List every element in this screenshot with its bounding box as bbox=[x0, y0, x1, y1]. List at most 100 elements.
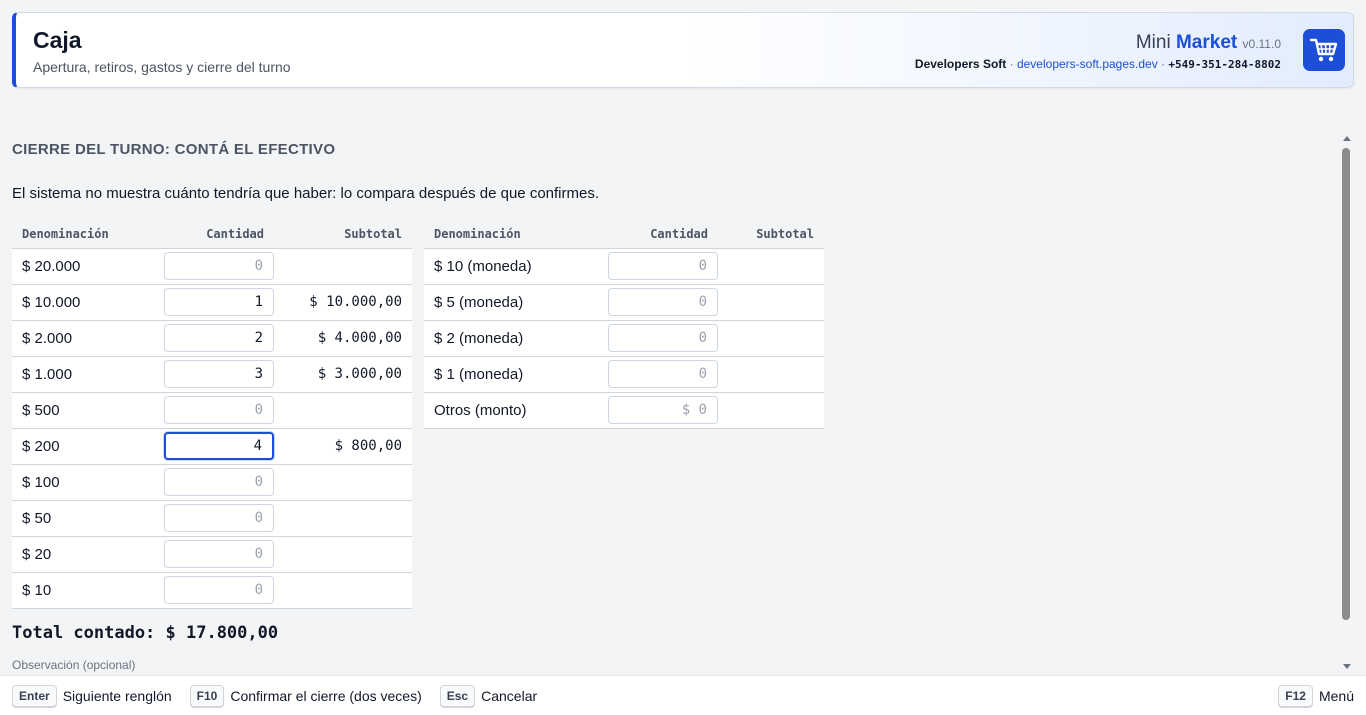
denomination-label: $ 10 bbox=[12, 572, 162, 609]
subtotal-value: $ 3.000,00 bbox=[274, 356, 412, 393]
key-f10: F10 bbox=[189, 684, 225, 707]
company-url[interactable]: developers-soft.pages.dev bbox=[1017, 57, 1158, 71]
bills-table-body: $ 20.000$ 10.000 $ 10.000,00 $ 2.000 $ 4.00… bbox=[12, 248, 412, 609]
subtotal-value bbox=[718, 284, 824, 321]
denomination-label: $ 500 bbox=[12, 392, 162, 429]
quantity-input[interactable] bbox=[164, 324, 274, 352]
column-header-quantity: Cantidad bbox=[606, 220, 718, 249]
quantity-input[interactable] bbox=[164, 504, 274, 532]
denomination-label: $ 2 (moneda) bbox=[424, 320, 606, 357]
subtotal-value bbox=[274, 248, 412, 285]
scroll-up-arrow-icon[interactable] bbox=[1343, 136, 1351, 141]
quantity-cell bbox=[606, 392, 718, 429]
quantity-cell bbox=[162, 536, 274, 573]
quantity-input[interactable] bbox=[164, 468, 274, 496]
quantity-cell bbox=[162, 428, 274, 465]
denomination-label: $ 2.000 bbox=[12, 320, 162, 357]
denomination-label: $ 20.000 bbox=[12, 248, 162, 285]
table-row: $ 2 (moneda) bbox=[424, 320, 824, 357]
app-version: v0.11.0 bbox=[1242, 37, 1281, 51]
content-scrollbar[interactable] bbox=[1340, 132, 1354, 675]
quantity-input[interactable] bbox=[164, 360, 274, 388]
quantity-input[interactable] bbox=[608, 396, 718, 424]
subtotal-value bbox=[274, 500, 412, 537]
quantity-cell bbox=[162, 572, 274, 609]
bills-table: Denominación Cantidad Subtotal $ 20.000$… bbox=[12, 220, 412, 609]
column-header-subtotal: Subtotal bbox=[274, 220, 412, 249]
quantity-cell bbox=[606, 248, 718, 285]
quantity-cell bbox=[162, 284, 274, 321]
subtotal-value bbox=[274, 392, 412, 429]
subtotal-value bbox=[274, 464, 412, 501]
hint-menu[interactable]: F12 Menú bbox=[1278, 684, 1354, 707]
page-subtitle: Apertura, retiros, gastos y cierre del t… bbox=[33, 59, 291, 75]
quantity-input[interactable] bbox=[608, 324, 718, 352]
table-row: $ 10.000 $ 10.000,00 bbox=[12, 284, 412, 321]
quantity-input[interactable] bbox=[164, 432, 274, 460]
column-header-subtotal: Subtotal bbox=[718, 220, 824, 249]
denomination-label: $ 1 (moneda) bbox=[424, 356, 606, 393]
quantity-input[interactable] bbox=[608, 252, 718, 280]
table-row: $ 200 $ 800,00 bbox=[12, 428, 412, 465]
shortcut-bar: Enter Siguiente renglón F10 Confirmar el… bbox=[0, 675, 1366, 715]
denomination-label: $ 200 bbox=[12, 428, 162, 465]
hint-label: Menú bbox=[1318, 687, 1354, 704]
table-row: $ 20 bbox=[12, 536, 412, 573]
column-header-denomination: Denominación bbox=[12, 220, 162, 249]
table-header-row: Denominación Cantidad Subtotal bbox=[12, 220, 412, 249]
hint-label: Confirmar el cierre (dos veces) bbox=[230, 687, 422, 704]
main-content: CIERRE DEL TURNO: CONTÁ EL EFECTIVO El s… bbox=[12, 132, 1332, 675]
hint-label: Siguiente renglón bbox=[62, 687, 172, 704]
observation-label: Observación (opcional) bbox=[12, 658, 136, 672]
quantity-cell bbox=[162, 248, 274, 285]
denomination-label: $ 50 bbox=[12, 500, 162, 537]
hint-enter[interactable]: Enter Siguiente renglón bbox=[12, 684, 172, 707]
scroll-down-arrow-icon[interactable] bbox=[1343, 664, 1351, 669]
company-phone: +549-351-284-8802 bbox=[1168, 58, 1281, 71]
table-row: $ 50 bbox=[12, 500, 412, 537]
brand-name: Mini Market v0.11.0 bbox=[915, 31, 1281, 56]
table-row: $ 2.000 $ 4.000,00 bbox=[12, 320, 412, 357]
subtotal-value bbox=[274, 572, 412, 609]
quantity-input[interactable] bbox=[608, 288, 718, 316]
app-header: Caja Apertura, retiros, gastos y cierre … bbox=[12, 12, 1354, 88]
table-row: $ 1 (moneda) bbox=[424, 356, 824, 393]
quantity-cell bbox=[162, 356, 274, 393]
scrollbar-thumb[interactable] bbox=[1342, 148, 1350, 620]
table-row: Otros (monto) bbox=[424, 392, 824, 429]
contact-line: Developers Soft · developers-soft.pages.… bbox=[915, 56, 1281, 73]
company-name: Developers Soft bbox=[914, 57, 1007, 71]
brand-market: Market bbox=[1175, 32, 1238, 53]
hint-f10[interactable]: F10 Confirmar el cierre (dos veces) bbox=[189, 684, 422, 707]
quantity-input[interactable] bbox=[608, 360, 718, 388]
subtotal-value: $ 4.000,00 bbox=[274, 320, 412, 357]
column-header-denomination: Denominación bbox=[424, 220, 606, 249]
subtotal-value bbox=[718, 248, 824, 285]
denomination-label: Otros (monto) bbox=[424, 392, 606, 429]
brand-block: Mini Market v0.11.0 Developers Soft · de… bbox=[915, 31, 1281, 73]
denomination-label: $ 10.000 bbox=[12, 284, 162, 321]
denomination-label: $ 1.000 bbox=[12, 356, 162, 393]
quantity-input[interactable] bbox=[164, 252, 274, 280]
subtotal-value: $ 800,00 bbox=[274, 428, 412, 465]
table-row: $ 20.000 bbox=[12, 248, 412, 285]
key-f12: F12 bbox=[1278, 684, 1313, 707]
brand-prefix: Mini bbox=[1135, 32, 1171, 53]
quantity-input[interactable] bbox=[164, 396, 274, 424]
shopping-cart-icon bbox=[1309, 38, 1338, 62]
quantity-input[interactable] bbox=[164, 576, 274, 604]
table-row: $ 100 bbox=[12, 464, 412, 501]
table-header-row: Denominación Cantidad Subtotal bbox=[424, 220, 824, 249]
denomination-label: $ 100 bbox=[12, 464, 162, 501]
quantity-input[interactable] bbox=[164, 540, 274, 568]
denomination-label: $ 10 (moneda) bbox=[424, 248, 606, 285]
subtotal-value bbox=[274, 536, 412, 573]
denomination-label: $ 20 bbox=[12, 536, 162, 573]
quantity-cell bbox=[162, 392, 274, 429]
coins-table: Denominación Cantidad Subtotal $ 10 (mon… bbox=[424, 220, 824, 429]
hint-label: Cancelar bbox=[481, 687, 538, 704]
table-row: $ 500 bbox=[12, 392, 412, 429]
quantity-input[interactable] bbox=[164, 288, 274, 316]
cart-button[interactable] bbox=[1303, 29, 1345, 71]
hint-esc[interactable]: Esc Cancelar bbox=[439, 684, 538, 707]
